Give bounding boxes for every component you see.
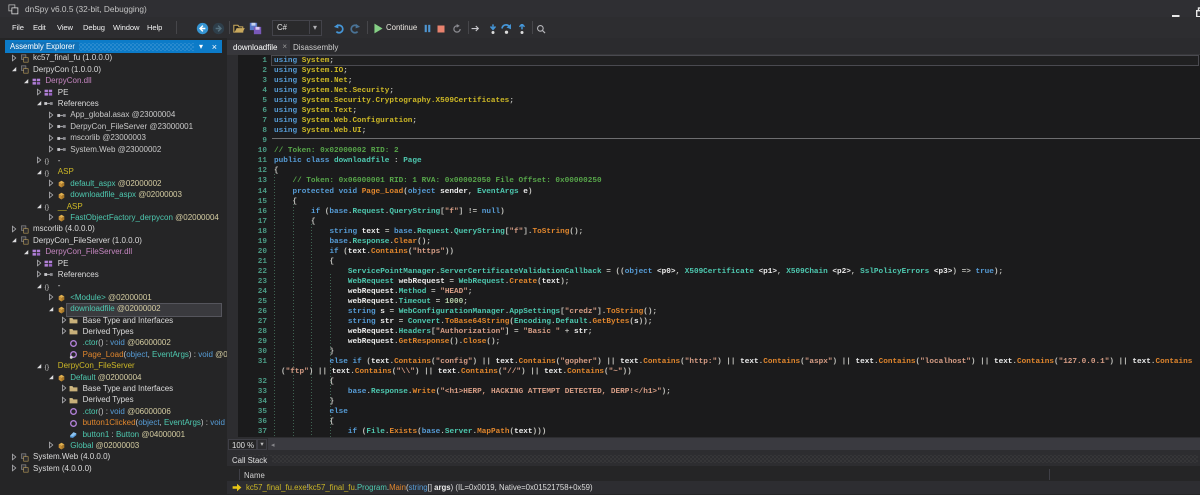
svg-text:{}: {} xyxy=(45,284,50,291)
svg-text:{}: {} xyxy=(45,204,50,211)
svg-text:{}: {} xyxy=(45,170,50,177)
svg-text:{}: {} xyxy=(45,158,50,165)
svg-text:{}: {} xyxy=(45,363,50,370)
